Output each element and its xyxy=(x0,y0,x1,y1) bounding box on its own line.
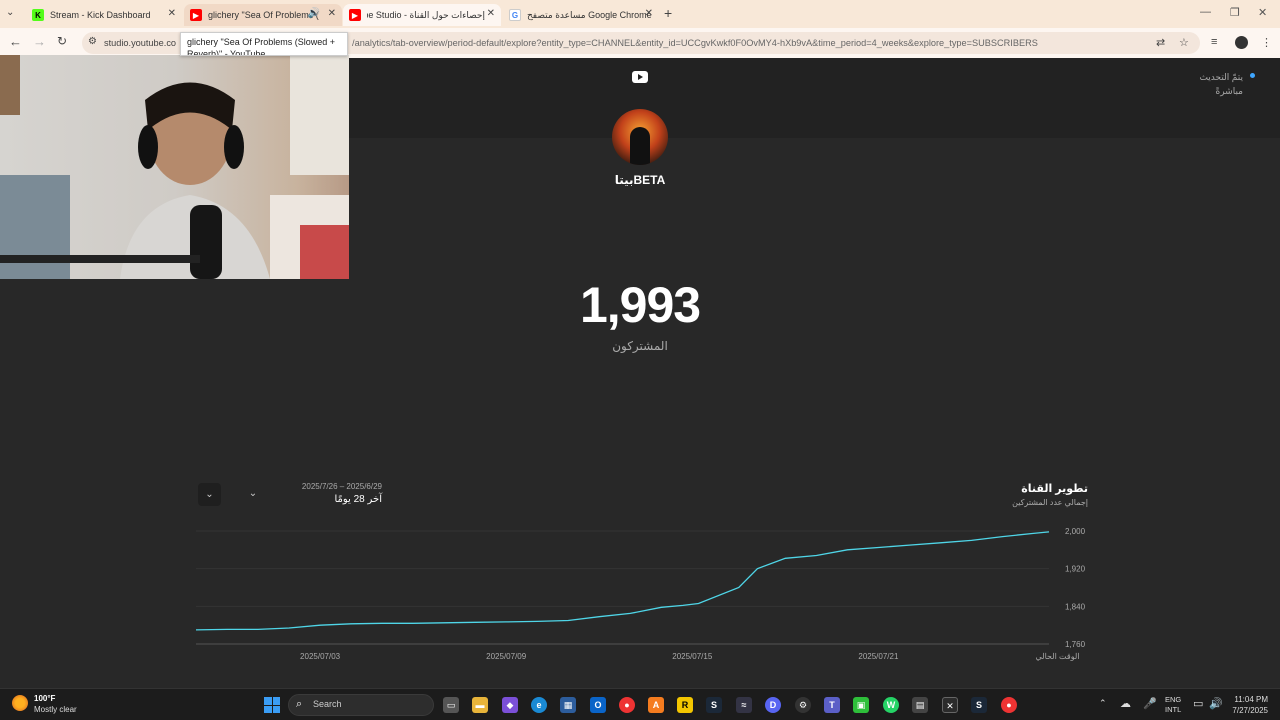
language-indicator[interactable]: ENG INTL xyxy=(1165,695,1181,715)
weather-icon[interactable] xyxy=(12,695,28,711)
discord-icon[interactable]: D xyxy=(765,697,781,713)
chart-y-tick-label: 1,760 xyxy=(1065,640,1086,649)
steam-icon[interactable]: S xyxy=(706,697,722,713)
weather-temp[interactable]: 100°F xyxy=(34,694,55,703)
chart-x-tick-label: الوقت الحالي xyxy=(1035,652,1079,661)
chart-x-tick-label: 2025/07/21 xyxy=(858,652,899,661)
app-ship-icon[interactable]: ≈ xyxy=(736,697,752,713)
copilot-icon[interactable]: ◆ xyxy=(502,697,518,713)
network-icon[interactable]: ▭ xyxy=(1193,697,1203,710)
teams-icon[interactable]: T xyxy=(824,697,840,713)
chart-x-tick-label: 2025/07/15 xyxy=(672,652,713,661)
file-explorer-icon[interactable]: ▬ xyxy=(472,697,488,713)
app-orange-icon[interactable]: A xyxy=(648,697,664,713)
chart-y-tick-label: 1,920 xyxy=(1065,565,1086,574)
app-green-icon[interactable]: ▣ xyxy=(853,697,869,713)
task-view-icon[interactable]: ▭ xyxy=(443,697,459,713)
search-placeholder: Search xyxy=(313,699,342,709)
microphone-icon[interactable]: 🎤 xyxy=(1143,697,1157,710)
chart-y-tick-label: 1,840 xyxy=(1065,602,1086,611)
edge-icon[interactable]: e xyxy=(531,697,547,713)
clock-time: 11:04 PM xyxy=(1234,695,1268,704)
chart-x-tick-label: 2025/07/09 xyxy=(486,652,527,661)
rockstar-icon[interactable]: R xyxy=(677,697,693,713)
chrome-icon[interactable]: ● xyxy=(619,697,635,713)
chrome-active-icon[interactable]: ● xyxy=(1001,697,1017,713)
search-icon: ⌕ xyxy=(296,698,303,710)
store-icon[interactable]: ▦ xyxy=(560,697,576,713)
windows-start-icon[interactable] xyxy=(264,697,280,713)
taskbar-search-input[interactable] xyxy=(288,694,434,716)
whatsapp-icon[interactable]: W xyxy=(883,697,899,713)
volume-icon[interactable]: 🔊 xyxy=(1209,697,1223,710)
steam-alt-icon[interactable]: S xyxy=(971,697,987,713)
lang-line-2: INTL xyxy=(1165,705,1182,714)
app-grid-icon[interactable]: ▤ xyxy=(912,697,928,713)
clock[interactable]: 11:04 PM 7/27/2025 xyxy=(1232,694,1268,716)
subscriber-line-chart: 2,000 1,920 1,840 1,760 2025/07/03 2025/07/09… xyxy=(195,527,1086,661)
chart-y-tick-label: 2,000 xyxy=(1065,527,1086,536)
weather-desc[interactable]: Mostly clear xyxy=(34,705,77,714)
chart-series-line xyxy=(195,531,1050,631)
lang-line-1: ENG xyxy=(1165,695,1182,704)
windows-taskbar: 100°F Mostly clear ⌕ Search ▭ ▬ ◆ e ▦ O … xyxy=(0,688,1280,720)
app-gear-icon[interactable]: ⚙ xyxy=(795,697,811,713)
app-x-icon[interactable]: ✕ xyxy=(942,697,958,713)
outlook-icon[interactable]: O xyxy=(590,697,606,713)
tray-chevron-icon[interactable]: ⌃ xyxy=(1099,698,1107,709)
onedrive-icon[interactable]: ☁ xyxy=(1120,697,1131,710)
clock-date: 7/27/2025 xyxy=(1232,706,1268,715)
chart-x-tick-label: 2025/07/03 xyxy=(300,652,341,661)
